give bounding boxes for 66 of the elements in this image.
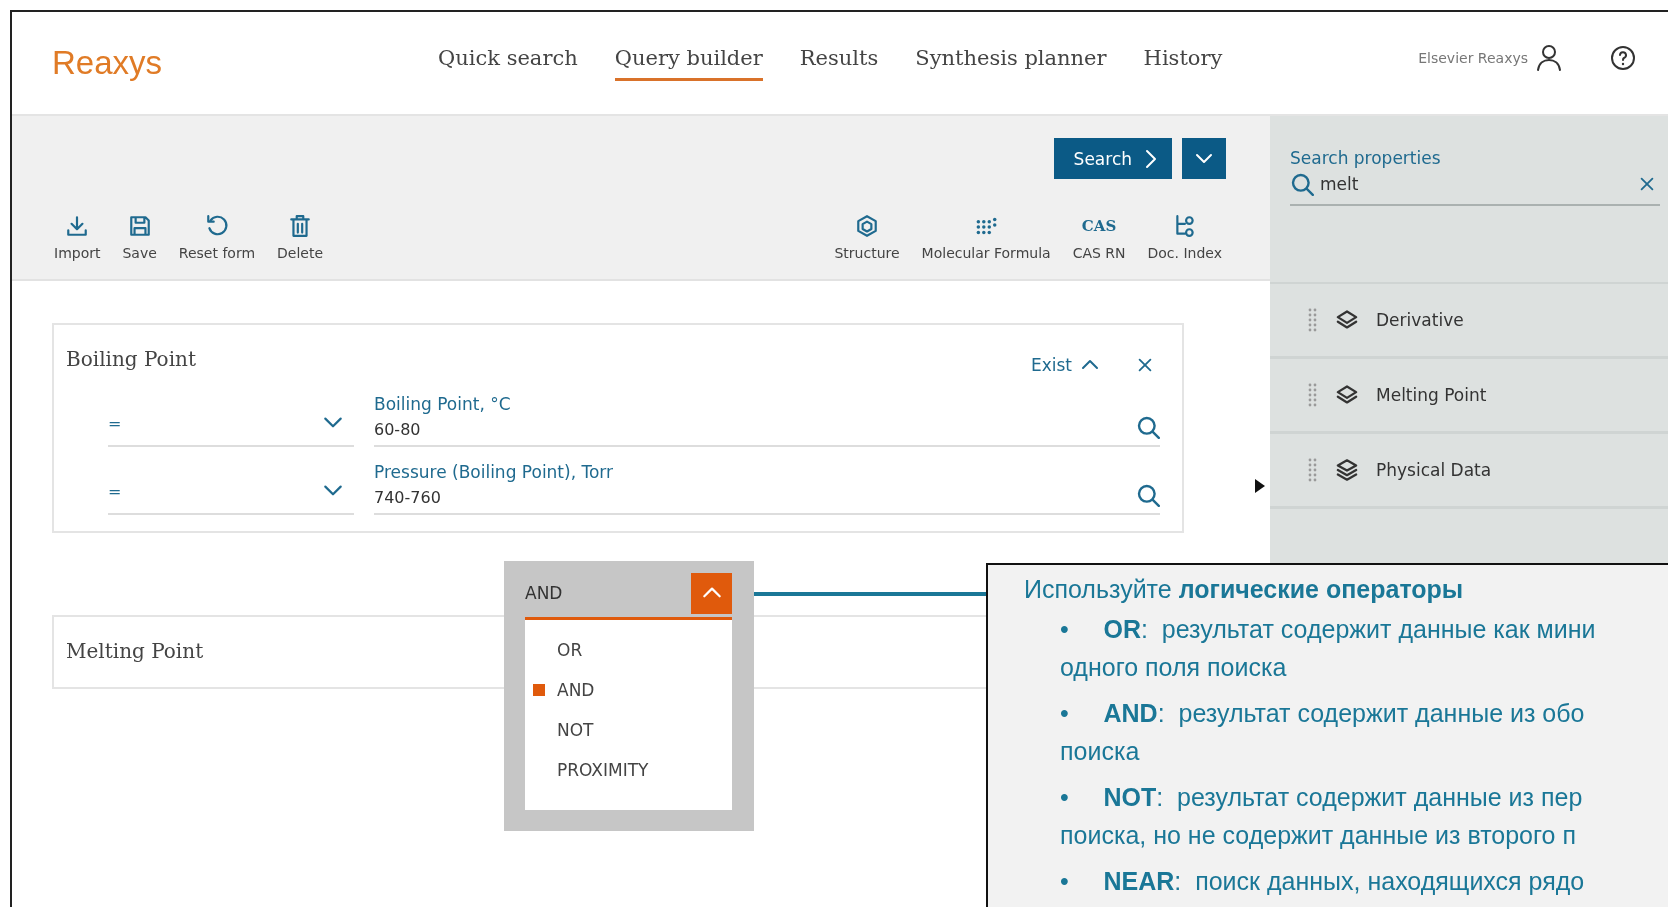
nav-tab[interactable]: Results — [799, 45, 879, 81]
clear-button[interactable] — [1638, 175, 1656, 193]
dropdown-toggle[interactable] — [691, 572, 732, 614]
trash-icon — [288, 214, 313, 238]
search-icon — [1136, 483, 1160, 507]
dropdown-option[interactable]: NOT — [525, 710, 732, 750]
toolbar-button[interactable]: Save — [118, 213, 161, 261]
drag-handle-icon — [1308, 382, 1318, 408]
field-label: Search properties — [1290, 148, 1442, 168]
property-item[interactable]: Melting Point — [1270, 359, 1668, 434]
property-item[interactable]: Derivative — [1270, 284, 1668, 359]
search-field[interactable]: melt — [1290, 168, 1660, 206]
nav-tab[interactable]: Synthesis planner — [915, 45, 1107, 81]
field-value: 60-80 — [374, 420, 422, 439]
logo: Reaxys — [52, 44, 163, 82]
toolbar-button[interactable]: Structure — [830, 213, 904, 261]
search-icon — [1136, 415, 1160, 439]
nav-tab[interactable]: History — [1143, 45, 1223, 81]
nav-tab[interactable]: Query builder — [614, 45, 763, 81]
selected-operator: AND — [525, 583, 563, 603]
user-icon — [1536, 44, 1562, 72]
toolbar-button[interactable]: Molecular Formula — [917, 213, 1055, 261]
search-options-button[interactable] — [1182, 138, 1226, 179]
search-button[interactable]: Search — [1053, 138, 1172, 179]
save-icon — [127, 214, 152, 238]
layers-icon — [1334, 458, 1360, 482]
user-name: Elsevier Reaxys — [1418, 50, 1528, 66]
cas-icon: CAS — [1081, 217, 1117, 235]
callout-text: • NEAR: поиск данных, находящихся рядо — [1060, 866, 1585, 897]
selected-marker-icon — [533, 684, 545, 696]
input-field[interactable]: Pressure (Boiling Point), Torr 740-760 — [374, 455, 1160, 515]
toolbar-button[interactable]: Import — [50, 213, 105, 261]
help-icon — [1610, 45, 1636, 71]
callout-text: • NOT: результат содержит данные из пер поиска, но не содержит данные из второго п — [1060, 782, 1583, 851]
toolbar-button[interactable]: Reset form — [174, 213, 260, 261]
input-field[interactable]: Boiling Point, °C 60-80 — [374, 387, 1160, 447]
operator-select[interactable]: = — [108, 455, 354, 515]
exist-toggle[interactable]: Exist — [1030, 355, 1100, 375]
import-icon — [65, 214, 90, 238]
field-value: 740-760 — [374, 488, 442, 507]
nav-tab[interactable]: Quick search — [438, 45, 578, 81]
toolbar-button[interactable]: Doc. Index — [1143, 213, 1226, 261]
card-title: Boiling Point — [66, 347, 196, 371]
dropdown-option[interactable]: PROXIMITY — [525, 750, 732, 790]
close-icon — [1638, 175, 1656, 193]
field-label: Pressure (Boiling Point), Torr — [374, 462, 615, 482]
dropdown-option[interactable]: OR — [525, 630, 732, 670]
chevron-right-icon — [1144, 147, 1158, 170]
drag-handle-icon — [1308, 307, 1318, 333]
search-icon — [1290, 172, 1314, 196]
hexagon-icon — [855, 214, 880, 238]
expand-arrow-icon — [1254, 478, 1266, 494]
operator-select[interactable]: = — [108, 387, 354, 447]
reset-icon — [204, 214, 229, 238]
property-item[interactable]: Physical Data — [1270, 434, 1668, 509]
toolbar-button[interactable]: Delete — [273, 213, 328, 261]
callout-text: • AND: результат содержит данные из обо поиска — [1060, 698, 1585, 767]
toolbar-button[interactable]: CAS CAS RN — [1068, 213, 1130, 261]
dropdown-option[interactable]: AND — [525, 670, 732, 710]
card-title: Melting Point — [66, 639, 204, 663]
callout-text: • OR: результат содержит данные как мини одного поля поиска — [1060, 614, 1596, 683]
field-label: Boiling Point, °C — [374, 394, 512, 414]
close-button[interactable] — [1136, 356, 1154, 374]
close-icon — [1136, 356, 1154, 374]
drag-handle-icon — [1308, 457, 1318, 483]
callout-heading: Используйте логические операторы — [1024, 575, 1465, 604]
